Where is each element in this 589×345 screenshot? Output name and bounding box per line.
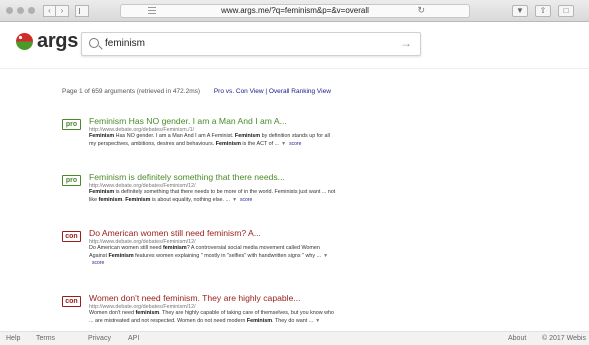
result-snippet: Feminism Has NO gender. I am a Man And I… [89,133,529,148]
search-icon [89,38,99,48]
view-switch-links[interactable]: Pro vs. Con View | Overall Ranking View [214,88,331,95]
snippet-line: Feminism Has NO gender. I am a Man And I… [89,133,330,139]
page-footer: Help Terms Privacy API About © 2017 Webi… [0,331,589,345]
back-button[interactable]: ‹ [43,4,56,17]
logo-mark-icon [15,32,34,51]
result-title-link[interactable]: Women don't need feminism. They are high… [89,293,529,303]
snippet-line: Women don't need feminism. They are high… [89,310,335,316]
forward-button[interactable]: › [56,4,69,17]
history-nav: ‹ › [43,4,69,17]
result-title-link[interactable]: Feminism Has NO gender. I am a Man And I… [89,116,529,126]
expand-caret-icon[interactable]: ▼ [281,141,286,147]
footer-api-link[interactable]: API [128,335,139,342]
close-window-button[interactable] [6,7,13,14]
stance-badge: con [62,296,81,307]
snippet-line: Feminism is definitely something that th… [89,189,336,195]
stance-badge: con [62,231,81,242]
footer-about-link[interactable]: About [508,335,526,342]
snippet-line: ... are mistreated and not respected. Wo… [89,317,321,324]
result-snippet: Do American women still need feminism? A… [89,245,529,268]
expand-caret-icon[interactable]: ▼ [315,318,320,324]
results-summary: Page 1 of 659 arguments (retrieved in 47… [62,88,331,95]
logo-text: args [37,30,79,52]
tabs-icon[interactable]: □ [558,5,574,17]
result-title-link[interactable]: Do American women still need feminism? A… [89,228,529,238]
snippet-line: my perspectives, ambitions, desires and … [89,140,302,147]
search-query: feminism [105,38,146,49]
expand-caret-icon[interactable]: ▼ [323,253,328,259]
result-snippet: Feminism is definitely something that th… [89,189,529,204]
stance-badge: pro [62,119,81,130]
results-count: Page 1 of 659 arguments (retrieved in 47… [62,88,201,95]
footer-copyright: © 2017 Webis [542,335,586,342]
snippet-line: score [89,260,529,268]
expand-caret-icon[interactable]: ▼ [232,197,237,203]
reload-icon[interactable]: ↻ [417,5,425,16]
stance-badge: pro [62,175,81,186]
footer-terms-link[interactable]: Terms [36,335,55,342]
header-divider [0,68,589,69]
score-link[interactable]: score [240,197,252,203]
snippet-line: Do American women still need feminism? A… [89,245,320,251]
snippet-line: Against Feminism features women explaini… [89,252,329,259]
footer-help-link[interactable]: Help [6,335,20,342]
score-link[interactable]: score [289,141,301,147]
zoom-window-button[interactable] [28,7,35,14]
window-controls [6,7,35,14]
site-logo[interactable]: args [15,30,78,53]
sidebar-toggle-button[interactable] [75,4,89,17]
minimize-window-button[interactable] [17,7,24,14]
submit-arrow-icon[interactable]: → [400,36,412,50]
share-icon[interactable]: ⇧ [535,5,551,17]
browser-toolbar: ‹ › www.args.me/?q=feminism&p=&v=overall… [0,0,589,22]
snippet-line: like feminism. Feminism is about equalit… [89,196,253,203]
footer-privacy-link[interactable]: Privacy [88,335,111,342]
download-icon[interactable]: ▼ [512,5,528,17]
search-input[interactable]: feminism → [81,32,421,56]
result-title-link[interactable]: Feminism is definitely something that th… [89,172,529,182]
score-link[interactable]: score [92,260,104,266]
result-snippet: Women don't need feminism. They are high… [89,310,529,325]
address-bar[interactable]: www.args.me/?q=feminism&p=&v=overall ↻ [120,4,470,18]
